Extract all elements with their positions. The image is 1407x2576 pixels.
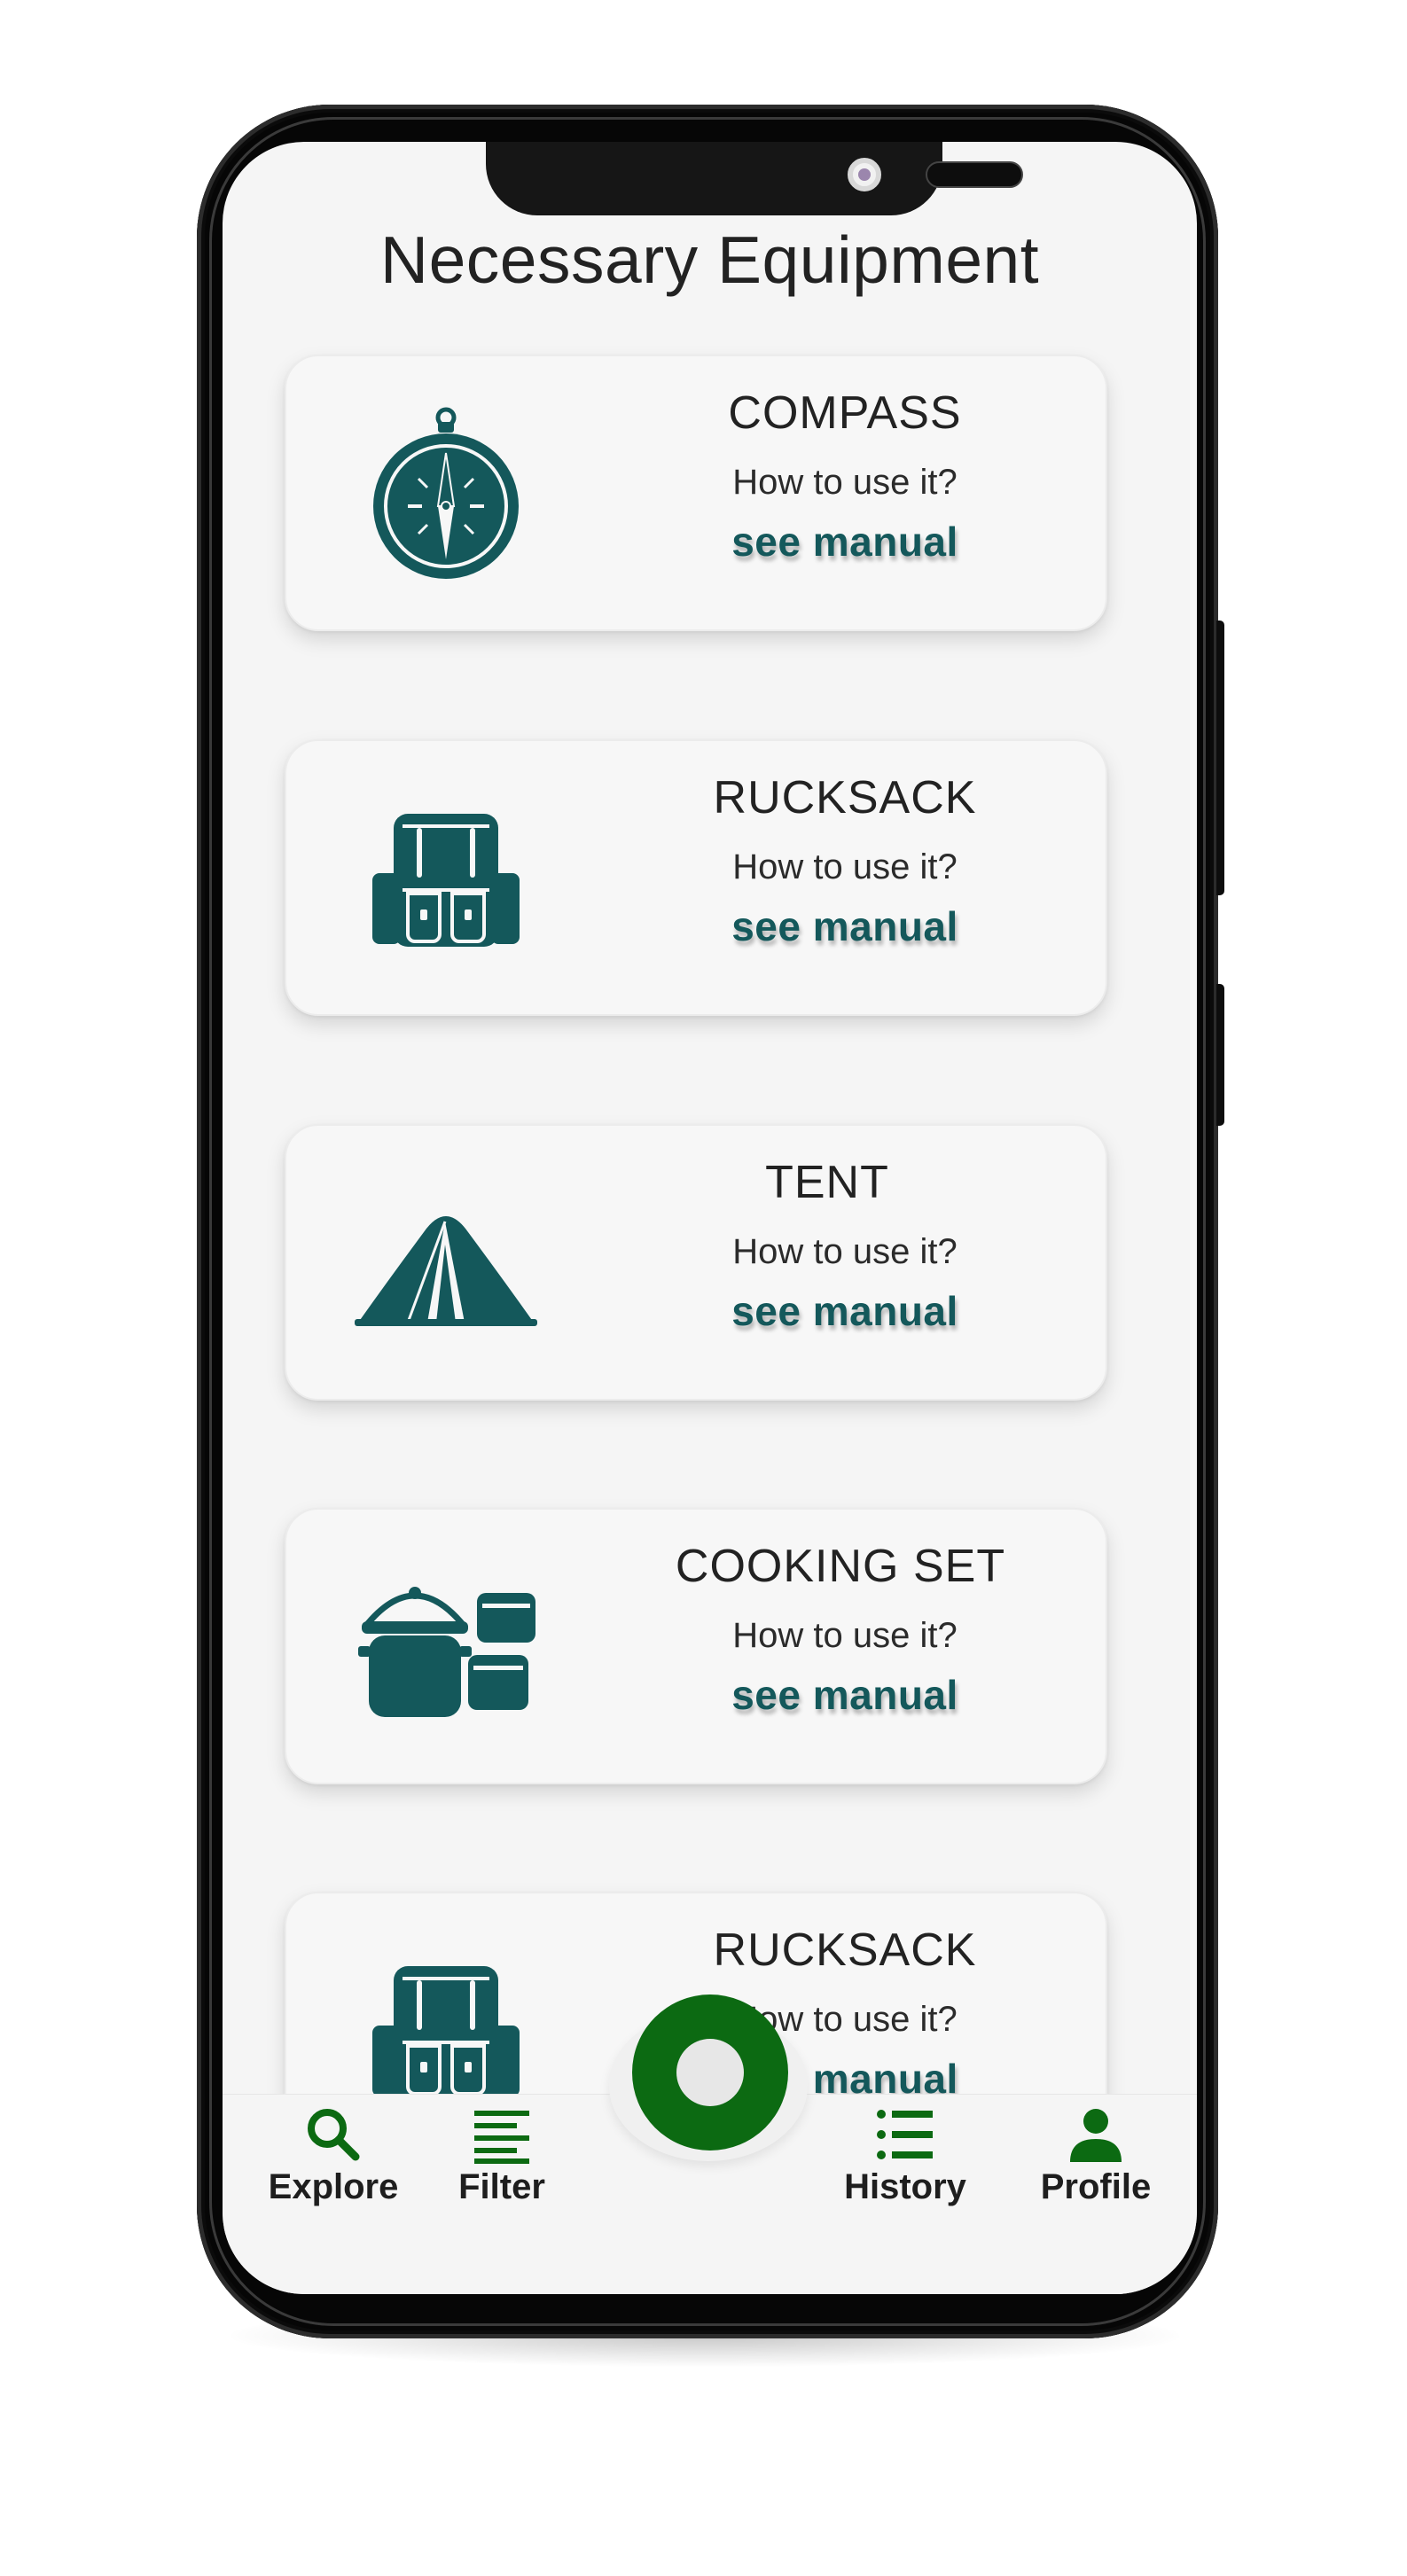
side-button-power — [1216, 621, 1224, 895]
rucksack-icon — [353, 789, 539, 966]
ring-icon — [676, 2039, 744, 2106]
nav-label: History — [844, 2167, 966, 2206]
side-button-volume — [1216, 984, 1224, 1126]
compass-icon — [353, 404, 539, 582]
equipment-subtitle: How to use it? — [732, 1232, 958, 1271]
filter-lines-icon — [474, 2111, 529, 2164]
equipment-card-rucksack[interactable]: RUCKSACK How to use it? see manual — [285, 739, 1107, 1016]
page-title: Necessary Equipment — [379, 222, 1040, 297]
search-icon — [308, 2109, 360, 2161]
front-camera-icon — [848, 158, 881, 191]
person-icon — [1070, 2109, 1122, 2162]
equipment-subtitle: How to use it? — [732, 847, 958, 886]
equipment-title: COMPASS — [728, 387, 962, 439]
equipment-title: COOKING SET — [675, 1541, 1006, 1592]
nav-item-profile[interactable]: Profile — [1012, 2104, 1180, 2228]
phone-screen: Necessary Equipment COMPASS How to use i… — [223, 142, 1197, 2294]
see-manual-link[interactable]: see manual — [579, 1287, 1111, 1335]
speaker-grille-icon — [926, 161, 1023, 188]
nav-item-filter[interactable]: Filter — [426, 2104, 577, 2228]
see-manual-link[interactable]: see manual — [579, 518, 1111, 566]
equipment-subtitle: How to use it? — [732, 1616, 958, 1655]
equipment-subtitle: How to use it? — [732, 463, 958, 502]
tent-icon — [353, 1174, 539, 1351]
cooking-set-icon — [353, 1557, 539, 1735]
nav-label: Profile — [1040, 2167, 1152, 2206]
center-action-button[interactable] — [632, 1994, 788, 2151]
list-icon — [877, 2110, 933, 2159]
equipment-title: TENT — [765, 1157, 889, 1208]
nav-item-explore[interactable]: Explore — [258, 2104, 409, 2228]
see-manual-link[interactable]: see manual — [579, 902, 1111, 950]
nav-label: Explore — [268, 2167, 399, 2206]
notch — [486, 142, 1023, 215]
see-manual-link[interactable]: see manual — [579, 1671, 1111, 1719]
nav-label: Filter — [458, 2167, 545, 2206]
equipment-title: RUCKSACK — [713, 772, 977, 824]
nav-item-history[interactable]: History — [825, 2104, 985, 2228]
rucksack-icon — [353, 1941, 539, 2119]
equipment-card-tent[interactable]: TENT How to use it? see manual — [285, 1124, 1107, 1401]
equipment-card-compass[interactable]: COMPASS How to use it? see manual — [285, 355, 1107, 631]
equipment-card-cooking-set[interactable]: COOKING SET How to use it? see manual — [285, 1508, 1107, 1784]
equipment-title: RUCKSACK — [713, 1924, 977, 1976]
